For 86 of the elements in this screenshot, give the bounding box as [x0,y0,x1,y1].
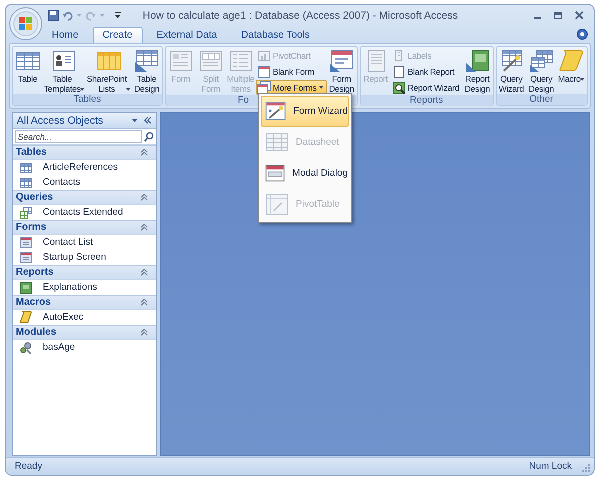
category-label: Queries [16,192,54,203]
ribbon-button[interactable]: Table [13,48,43,84]
navigation-item[interactable]: Contacts Extended [13,205,156,220]
undo-icon[interactable] [63,10,73,20]
close-icon[interactable] [575,11,584,20]
query-design-icon [528,48,556,74]
category-label: Tables [16,147,47,158]
pivot-icon [265,193,289,216]
datasheet-icon [265,131,289,154]
ribbon-button[interactable]: Table Templates [43,48,86,94]
form-icon [19,236,33,250]
table-icon [19,176,33,190]
report-icon [392,64,406,78]
ribbon-button[interactable]: Table Design [132,48,162,94]
ribbon-button[interactable]: Form Design [326,48,357,94]
ribbon-tab[interactable]: Create [92,27,143,43]
report-icon [19,280,33,294]
category-header[interactable]: Modules [13,325,156,340]
help-icon[interactable] [577,29,588,40]
caret-icon[interactable] [132,118,138,122]
category-header[interactable]: Queries [13,190,156,205]
resize-grip-icon[interactable] [580,462,590,472]
maximize-icon[interactable] [554,11,563,20]
query-icon [19,206,33,220]
form-icon [257,64,271,78]
save-icon[interactable] [48,10,59,21]
category-label: Reports [16,267,54,278]
category-header[interactable]: Tables [13,145,156,160]
collapse-icon[interactable] [141,299,148,306]
category-label: Forms [16,222,47,233]
customize-toolbar-icon[interactable] [115,12,121,19]
category-header[interactable]: Reports [13,265,156,280]
ribbon-tab[interactable]: Database Tools [231,27,320,43]
navigation-item[interactable]: ArticleReferences [13,160,156,175]
collapse-icon[interactable] [141,329,148,336]
group-label: Reports [360,95,493,106]
form-wizard-icon [265,100,287,123]
menu-item[interactable]: Modal Dialog [261,158,349,189]
navigation-item[interactable]: basAge [13,340,156,355]
form-icon [227,48,255,74]
ribbon-button[interactable]: Report Design [462,48,493,94]
category-header[interactable]: Forms [13,220,156,235]
table-icon [19,160,33,174]
category-label: Modules [16,327,57,338]
report-design-icon [464,48,492,74]
collapse-icon[interactable] [141,149,148,156]
status-indicator: Num Lock [529,461,572,472]
scroll-icon [19,310,33,324]
navigation-item[interactable]: Contacts [13,175,156,190]
group-label: Other [496,94,587,105]
pane-title: All Access Objects [17,114,104,126]
navigation-item[interactable]: Startup Screen [13,250,156,265]
form-design-icon [328,48,356,74]
report-wizard-icon [392,80,406,94]
ribbon-tab[interactable]: External Data [146,27,228,43]
chart-icon [257,48,271,62]
search-icon[interactable] [144,132,154,142]
form-icon [167,48,195,74]
collapse-icon[interactable] [141,224,148,231]
ribbon-button[interactable]: Macro [556,48,587,84]
form-icon [197,48,225,74]
form-icon [19,250,33,264]
ribbon-button[interactable]: Query Wizard [496,48,527,94]
group-label: Tables [13,94,162,105]
status-text: Ready [15,461,44,472]
ribbon-button[interactable]: Query Design [526,48,557,94]
office-button[interactable] [9,7,43,41]
table-design-icon [133,48,161,74]
navigation-pane-header[interactable]: All Access Objects [13,113,156,129]
navigation-item[interactable]: Explanations [13,280,156,295]
navigation-item[interactable]: AutoExec [13,310,156,325]
scroll-icon [558,48,586,74]
navigation-item[interactable]: Contact List [13,235,156,250]
window-title: How to calculate age1 : Database (Access 2007) - Microsoft Access [142,10,460,22]
collapse-icon[interactable] [141,269,148,276]
gear-icon [19,340,33,354]
ribbon-button[interactable]: Blank Form [256,64,327,79]
ribbon-tab[interactable]: Home [42,27,89,43]
menu-item[interactable]: Form Wizard [261,96,349,127]
ribbon-button[interactable]: Blank Report [390,64,463,79]
category-label: Macros [16,297,52,308]
search-field[interactable]: Search... [15,130,142,143]
category-header[interactable]: Macros [13,295,156,310]
collapse-icon[interactable] [141,194,148,201]
ribbon-button[interactable]: SharePoint Lists [86,48,132,94]
collapse-pane-icon[interactable] [144,117,152,124]
